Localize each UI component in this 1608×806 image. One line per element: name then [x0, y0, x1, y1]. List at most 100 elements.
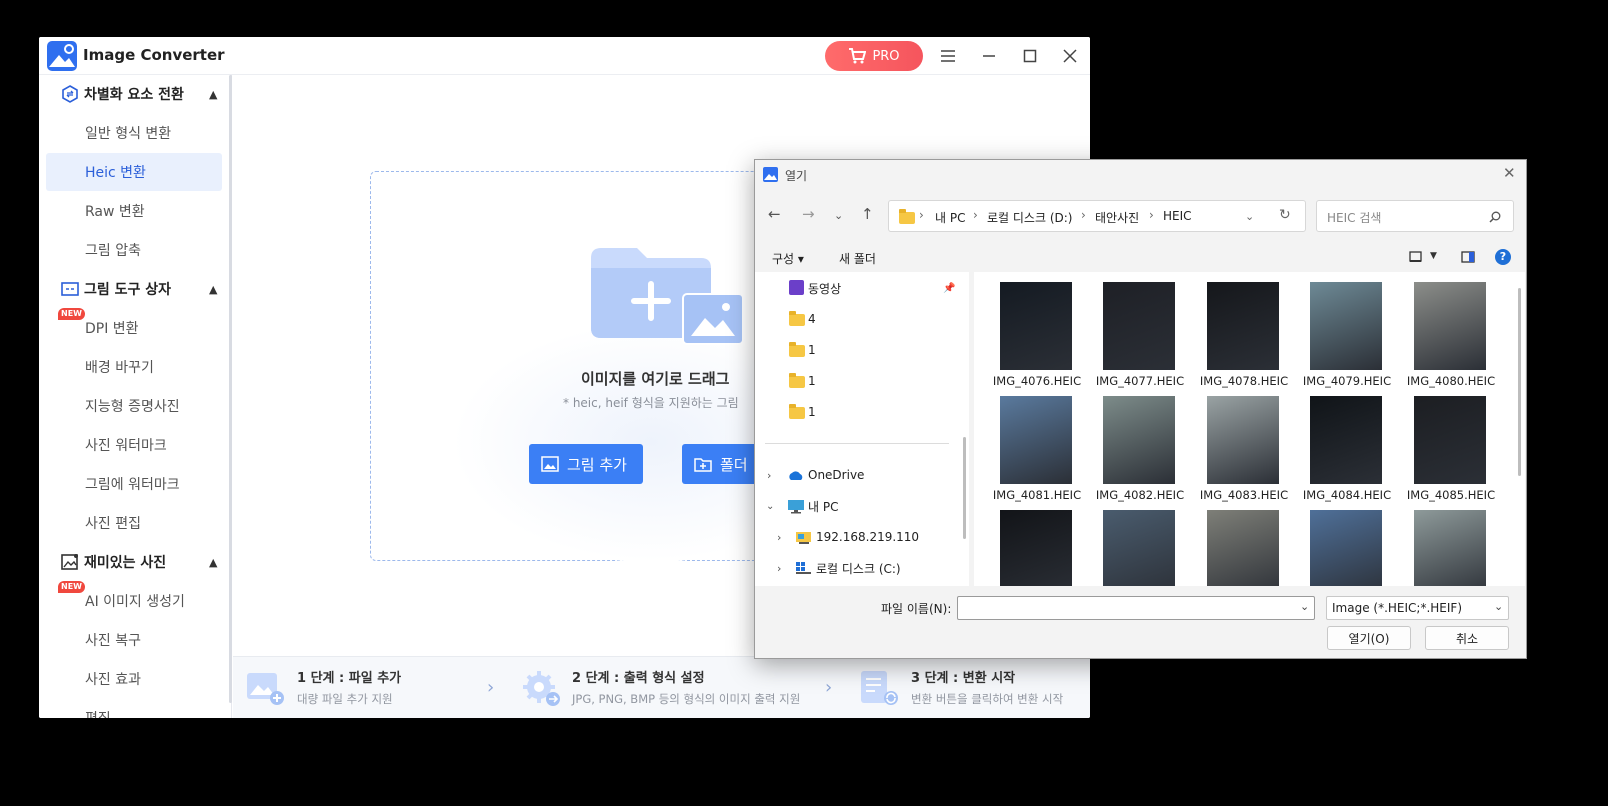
file-item[interactable]: IMG_4084.HEIC [1295, 386, 1395, 502]
sidebar-item-raw[interactable]: Raw 변환 [46, 192, 222, 230]
sidebar-item-compress[interactable]: 그림 압축 [46, 231, 222, 269]
tree-scrollbar[interactable] [963, 437, 966, 539]
tree-item-folder[interactable]: 1 [755, 337, 955, 363]
search-box[interactable]: HEIC 검색 [1316, 200, 1514, 232]
sidebar-item-dpi[interactable]: DPI 변환 [46, 309, 222, 347]
video-icon [789, 280, 804, 295]
sidebar: 차별화 요소 전환 ▲ 일반 형식 변환 Heic 변환 Raw 변환 그림 압… [39, 75, 232, 718]
file-item[interactable]: IMG_4078.HEIC [1192, 272, 1292, 388]
windows-drive-icon [796, 562, 811, 574]
preview-pane-icon[interactable] [1461, 251, 1475, 263]
file-item[interactable] [1295, 500, 1395, 586]
folder-icon [789, 373, 805, 388]
tree-item-folder[interactable]: 1 [755, 368, 955, 394]
folder-icon [899, 209, 915, 224]
pin-icon: 📌 [943, 282, 956, 294]
expand-arrow-icon[interactable]: › [777, 531, 781, 544]
tree-item-local-disk-c[interactable]: › 로컬 디스크 (C:) [755, 555, 955, 581]
up-arrow-icon[interactable]: ↑ [861, 205, 874, 223]
add-image-button[interactable]: 그림 추가 [529, 444, 643, 484]
organize-label: 구성 [772, 252, 795, 266]
view-mode-icon[interactable] [1409, 251, 1423, 263]
open-button[interactable]: 열기(O) [1327, 626, 1411, 650]
sidebar-item-edit[interactable]: 편집 [46, 699, 222, 718]
file-item[interactable] [1399, 500, 1499, 586]
breadcrumb-item[interactable]: 태안사진 [1095, 209, 1139, 226]
filename-dropdown-icon[interactable]: ⌄ [1300, 600, 1309, 613]
sidebar-item-heic[interactable]: Heic 변환 [46, 153, 222, 191]
file-item[interactable]: IMG_4080.HEIC [1399, 272, 1499, 388]
tree-item-folder[interactable]: 4 [755, 306, 955, 332]
pro-label: PRO [872, 48, 900, 64]
tree-item-folder[interactable]: 1 [755, 399, 955, 425]
file-item[interactable]: IMG_4081.HEIC [985, 386, 1085, 502]
breadcrumb-item[interactable]: HEIC [1163, 209, 1192, 223]
pro-button[interactable]: PRO [825, 41, 923, 71]
add-folder-label: 폴더 [720, 455, 748, 474]
new-folder-button[interactable]: 새 폴더 [839, 250, 876, 267]
pc-icon [788, 500, 804, 514]
section-fun-photos[interactable]: 재미있는 사진 ▲ [39, 543, 231, 581]
view-dropdown-icon[interactable]: ▼ [1430, 251, 1437, 261]
maximize-icon[interactable] [1017, 43, 1043, 69]
address-dropdown-icon[interactable]: ⌄ [1245, 210, 1254, 223]
sidebar-item-image-watermark[interactable]: 그림에 워터마크 [46, 465, 222, 503]
breadcrumb-item[interactable]: 내 PC [935, 209, 965, 226]
sidebar-item-photo-edit[interactable]: 사진 편집 [46, 504, 222, 542]
address-bar[interactable]: › 내 PC › 로컬 디스크 (D:) › 태안사진 › HEIC ⌄ ↻ [888, 200, 1306, 232]
add-folder-button[interactable]: 폴더 [682, 444, 762, 484]
tree-item-label: 로컬 디스크 (C:) [816, 561, 901, 576]
chevron-right-icon: › [487, 677, 495, 698]
sidebar-item-background[interactable]: 배경 바꾸기 [46, 348, 222, 386]
refresh-icon[interactable]: ↻ [1279, 207, 1291, 223]
sidebar-item-general-format[interactable]: 일반 형식 변환 [46, 114, 222, 152]
file-item[interactable] [985, 500, 1085, 586]
breadcrumb-separator-icon: › [1149, 208, 1154, 222]
recent-dropdown-icon[interactable]: ⌄ [834, 209, 843, 222]
file-thumbnail [1310, 282, 1382, 370]
dialog-close-icon[interactable]: ✕ [1503, 164, 1516, 182]
file-item[interactable] [1088, 500, 1188, 586]
organize-button[interactable]: 구성 ▾ [772, 250, 804, 267]
sidebar-item-photo-restore[interactable]: 사진 복구 [46, 621, 222, 659]
sidebar-scrollbar[interactable] [229, 75, 232, 703]
file-thumbnail [1414, 282, 1486, 370]
minimize-icon[interactable] [976, 43, 1002, 69]
file-item[interactable]: IMG_4085.HEIC [1399, 386, 1499, 502]
back-arrow-icon[interactable]: ← [768, 205, 781, 223]
tree-item-this-pc[interactable]: ⌄ 내 PC [755, 493, 955, 519]
section-differentiated-conversion[interactable]: 차별화 요소 전환 ▲ [39, 75, 231, 113]
section-image-toolbox[interactable]: 그림 도구 상자 ▲ [39, 270, 231, 308]
collapse-arrow-icon[interactable]: ⌄ [766, 501, 774, 512]
cancel-button[interactable]: 취소 [1425, 626, 1509, 650]
file-item[interactable]: IMG_4083.HEIC [1192, 386, 1292, 502]
expand-arrow-icon[interactable]: › [767, 469, 771, 482]
sidebar-item-id-photo[interactable]: 지능형 증명사진 [46, 387, 222, 425]
tree-item-onedrive[interactable]: › OneDrive [755, 462, 955, 488]
forward-arrow-icon[interactable]: → [802, 205, 815, 223]
file-item[interactable]: IMG_4079.HEIC [1295, 272, 1395, 388]
close-icon[interactable] [1057, 43, 1083, 69]
folder-plus-icon [694, 458, 712, 472]
fun-photo-icon [61, 554, 78, 570]
tree-item-network-drive[interactable]: › 192.168.219.110 [755, 524, 955, 550]
drop-title: 이미지를 여기로 드래그 [581, 370, 730, 388]
file-item[interactable]: IMG_4077.HEIC [1088, 272, 1188, 388]
breadcrumb-item[interactable]: 로컬 디스크 (D:) [987, 209, 1072, 226]
toolbox-icon [61, 282, 79, 296]
expand-arrow-icon[interactable]: › [777, 562, 781, 575]
step-title: 2 단계 : 출력 형식 설정 [572, 671, 705, 686]
filename-input[interactable]: ⌄ [957, 596, 1315, 620]
filetype-select[interactable]: Image (*.HEIC;*.HEIF) ⌄ [1326, 596, 1509, 620]
sidebar-item-ai-generator[interactable]: AI 이미지 생성기 [46, 582, 222, 620]
sidebar-item-photo-watermark[interactable]: 사진 워터마크 [46, 426, 222, 464]
help-icon[interactable]: ? [1495, 249, 1511, 265]
tree-item-videos[interactable]: 동영상 📌 [755, 275, 955, 301]
file-item[interactable]: IMG_4076.HEIC [985, 272, 1085, 388]
sidebar-item-photo-effects[interactable]: 사진 효과 [46, 660, 222, 698]
file-item[interactable] [1192, 500, 1292, 586]
file-item[interactable]: IMG_4082.HEIC [1088, 386, 1188, 502]
files-scrollbar[interactable] [1518, 288, 1521, 476]
menu-icon[interactable] [935, 43, 961, 69]
dialog-title-bar: 열기 ✕ [755, 160, 1526, 188]
